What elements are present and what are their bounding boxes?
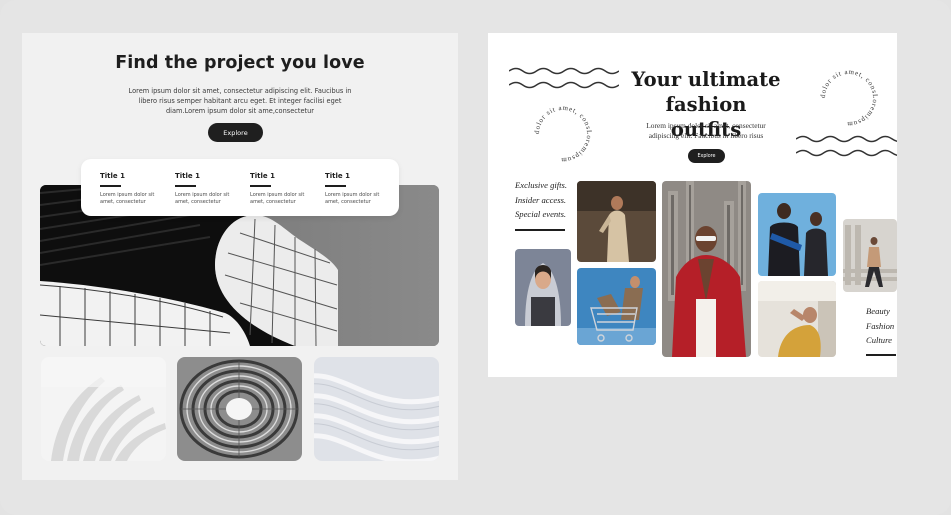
circular-text-badge-right: dolor sit amet, consLoremipsum	[819, 68, 879, 128]
circle-text-right: dolor sit amet, consLoremipsum	[819, 68, 878, 128]
svg-text:dolor sit amet, consLoremipsum: dolor sit amet, consLoremipsum	[533, 104, 593, 164]
category-item: Culture	[866, 335, 892, 346]
photo-shopping-cart	[577, 268, 656, 345]
feature-text: Lorem ipsum dolor sit amet, consectetur	[250, 191, 305, 205]
feature-card: Title 1 Lorem ipsum dolor sit amet, cons…	[81, 159, 399, 216]
feature-title: Title 1	[250, 172, 275, 180]
feature-item: Title 1 Lorem ipsum dolor sit amet, cons…	[325, 172, 385, 206]
left-description: Lorem ipsum dolor sit amet, consectetur …	[128, 87, 352, 116]
feature-item: Title 1 Lorem ipsum dolor sit amet, cons…	[175, 172, 235, 206]
left-heading: Find the project you love	[115, 53, 365, 73]
left-design-panel[interactable]: Find the project you love Lorem ipsum do…	[22, 33, 458, 480]
feature-item: Title 1 Lorem ipsum dolor sit amet, cons…	[100, 172, 160, 206]
thumbnail-white-waves	[314, 357, 439, 461]
thumbnail-white-fins	[41, 357, 166, 461]
category-item: Fashion	[866, 320, 895, 331]
photo-red-suit	[662, 181, 751, 357]
tagline-block: Exclusive gifts. Insider access. Special…	[515, 178, 567, 222]
tagline-line: Insider access.	[515, 194, 567, 205]
photo-two-men	[758, 193, 836, 276]
wave-decoration-right	[796, 135, 897, 157]
photo-hooded-woman	[515, 249, 571, 326]
category-item: Beauty	[866, 306, 890, 316]
tagline-line: Special events.	[515, 209, 567, 220]
feature-text: Lorem ipsum dolor sit amet, consectetur	[100, 191, 155, 205]
feature-title: Title 1	[325, 172, 350, 180]
photo-walking-man	[843, 219, 897, 292]
tagline-line: Exclusive gifts.	[515, 180, 568, 190]
circle-text-left: dolor sit amet, consLoremipsum	[533, 104, 592, 164]
feature-underline	[100, 185, 121, 187]
right-heading-line-1: Your ultimate	[631, 68, 781, 91]
photo-beige-dress	[577, 181, 656, 262]
category-underline	[866, 354, 896, 356]
circular-text-badge-left: dolor sit amet, consLoremipsum	[533, 104, 593, 164]
feature-text: Lorem ipsum dolor sit amet, consectetur	[175, 191, 230, 205]
thumbnail-spiral-staircase	[177, 357, 302, 461]
right-design-panel[interactable]: dolor sit amet, consLoremipsum dolor sit…	[488, 33, 897, 377]
category-block: Beauty Fashion Culture	[866, 304, 894, 348]
right-explore-button[interactable]: Explore	[688, 149, 725, 163]
photo-yellow-outfit	[758, 281, 836, 357]
feature-underline	[250, 185, 271, 187]
feature-underline	[325, 185, 346, 187]
left-explore-button[interactable]: Explore	[208, 123, 263, 142]
feature-item: Title 1 Lorem ipsum dolor sit amet, cons…	[250, 172, 310, 206]
feature-title: Title 1	[100, 172, 125, 180]
wave-decoration-left	[509, 67, 619, 89]
feature-underline	[175, 185, 196, 187]
feature-text: Lorem ipsum dolor sit amet, consectetur	[325, 191, 380, 205]
svg-text:dolor sit amet, consLoremipsum: dolor sit amet, consLoremipsum	[819, 68, 879, 128]
tagline-underline	[515, 229, 565, 231]
right-description: Lorem ipsum dolor sit amet, consectetur …	[646, 121, 766, 140]
feature-title: Title 1	[175, 172, 200, 180]
